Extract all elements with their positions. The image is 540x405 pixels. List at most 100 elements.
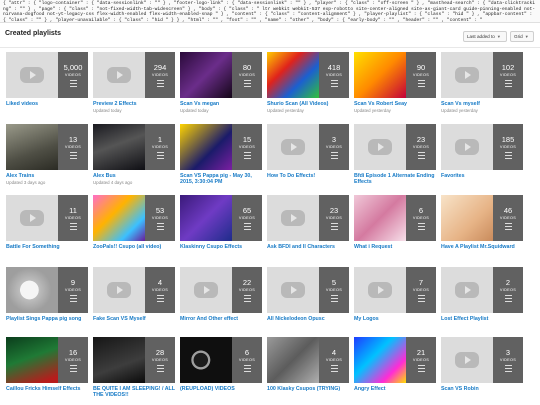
view-dropdown[interactable]: Grid ▼: [510, 31, 534, 42]
playlist-title-link[interactable]: Scan VS Pappa pig - May 30, 2015, 3:30:0…: [180, 173, 262, 186]
playlist-title-link[interactable]: (REUPLOAD) VIDEOS: [180, 386, 262, 392]
playlist-title-link[interactable]: Alex Bus: [93, 173, 175, 179]
playlist-card[interactable]: 65 VIDEOS Klaskinny Csupo Effects: [180, 195, 262, 250]
playlist-thumbnail[interactable]: 65 VIDEOS: [180, 195, 262, 241]
playlist-title-link[interactable]: BE QUITE I AM SLEEPING! / ALL THE VIDEOS…: [93, 386, 175, 399]
playlist-title-link[interactable]: Klaskinny Csupo Effects: [180, 244, 262, 250]
playlist-card[interactable]: 4 VIDEOS 100 Klasky Csupos (TRYING): [267, 337, 349, 392]
playlist-title-link[interactable]: Bfdi Episode 1 Alternate Ending Effects: [354, 173, 436, 186]
video-count: 185: [501, 135, 515, 144]
playlist-icon: [69, 295, 77, 302]
playlist-card[interactable]: 6 VIDEOS (REUPLOAD) VIDEOS: [180, 337, 262, 392]
playlist-card[interactable]: 15 VIDEOS Scan VS Pappa pig - May 30, 2015…: [180, 124, 262, 186]
playlist-card[interactable]: 418 VIDEOS Shurio Scan (All Videos) Updated…: [267, 52, 349, 113]
video-count: 102: [501, 63, 515, 72]
playlist-card[interactable]: 23 VIDEOS Ask BFDI and II Characters: [267, 195, 349, 250]
playlist-title-link[interactable]: Lost Effect Playlist: [441, 316, 523, 322]
playlist-title-link[interactable]: ZooPals!! Csupo (all video): [93, 244, 175, 250]
playlist-card[interactable]: 80 VIDEOS Scan Vs megan Updated today: [180, 52, 262, 113]
playlist-thumbnail[interactable]: 7 VIDEOS: [354, 267, 436, 313]
play-icon: [455, 139, 479, 155]
playlist-card[interactable]: 22 VIDEOS Mirror And Other effect: [180, 267, 262, 322]
playlist-card[interactable]: 16 VIDEOS Caillou Fricks Himself Effects: [6, 337, 88, 392]
playlist-thumbnail[interactable]: 185 VIDEOS: [441, 124, 523, 170]
playlist-thumbnail[interactable]: 418 VIDEOS: [267, 52, 349, 98]
playlist-title-link[interactable]: Preview 2 Effects: [93, 101, 175, 107]
playlist-thumbnail[interactable]: 11 VIDEOS: [6, 195, 88, 241]
playlist-thumbnail[interactable]: 5,000 VIDEOS: [6, 52, 88, 98]
playlist-title-link[interactable]: Shurio Scan (All Videos): [267, 101, 349, 107]
playlist-card[interactable]: 185 VIDEOS Favorites: [441, 124, 523, 179]
playlist-card[interactable]: 2 VIDEOS Lost Effect Playlist: [441, 267, 523, 322]
playlist-title-link[interactable]: Have A Playlist Mr.Squidward: [441, 244, 523, 250]
playlist-card[interactable]: 9 VIDEOS Playlist Sings Pappa pig song: [6, 267, 88, 322]
playlist-title-link[interactable]: Scan VS Robin: [441, 386, 523, 392]
playlist-thumbnail[interactable]: 15 VIDEOS: [180, 124, 262, 170]
playlist-card[interactable]: 7 VIDEOS My Logos: [354, 267, 436, 322]
playlist-thumbnail[interactable]: 80 VIDEOS: [180, 52, 262, 98]
playlist-card[interactable]: 294 VIDEOS Preview 2 Effects Updated today: [93, 52, 175, 113]
playlist-thumbnail[interactable]: 9 VIDEOS: [6, 267, 88, 313]
playlist-card[interactable]: 3 VIDEOS How To Do Effects!: [267, 124, 349, 179]
playlist-card[interactable]: 11 VIDEOS Battle For Something: [6, 195, 88, 250]
playlist-thumbnail[interactable]: 6 VIDEOS: [354, 195, 436, 241]
playlist-title-link[interactable]: Playlist Sings Pappa pig song: [6, 316, 88, 322]
playlist-title-link[interactable]: Battle For Something: [6, 244, 88, 250]
playlist-thumbnail[interactable]: 3 VIDEOS: [267, 124, 349, 170]
playlist-title-link[interactable]: Scan Vs megan: [180, 101, 262, 107]
playlist-title-link[interactable]: Caillou Fricks Himself Effects: [6, 386, 88, 392]
video-count-overlay: 9 VIDEOS: [58, 267, 88, 313]
playlist-title-link[interactable]: Liked videos: [6, 101, 88, 107]
playlist-title-link[interactable]: Angry Effect: [354, 386, 436, 392]
playlist-thumbnail[interactable]: 46 VIDEOS: [441, 195, 523, 241]
video-count: 16: [68, 348, 78, 357]
playlist-thumbnail[interactable]: 2 VIDEOS: [441, 267, 523, 313]
playlist-card[interactable]: 23 VIDEOS Bfdi Episode 1 Alternate Ending …: [354, 124, 436, 186]
playlist-thumbnail[interactable]: 90 VIDEOS: [354, 52, 436, 98]
playlist-thumbnail[interactable]: 294 VIDEOS: [93, 52, 175, 98]
playlist-thumbnail[interactable]: 23 VIDEOS: [354, 124, 436, 170]
playlist-thumbnail[interactable]: 13 VIDEOS: [6, 124, 88, 170]
playlist-card[interactable]: 102 VIDEOS Scan Vs myself Updated yesterday: [441, 52, 523, 113]
playlist-thumbnail[interactable]: 23 VIDEOS: [267, 195, 349, 241]
playlist-card[interactable]: 3 VIDEOS Scan VS Robin: [441, 337, 523, 392]
playlist-thumbnail[interactable]: 28 VIDEOS: [93, 337, 175, 383]
playlist-card[interactable]: 28 VIDEOS BE QUITE I AM SLEEPING! / ALL TH…: [93, 337, 175, 399]
playlist-title-link[interactable]: 100 Klasky Csupos (TRYING): [267, 386, 349, 392]
playlist-thumbnail[interactable]: 21 VIDEOS: [354, 337, 436, 383]
playlist-card[interactable]: 4 VIDEOS Fake Scan VS Myself: [93, 267, 175, 322]
playlist-title-link[interactable]: Scan Vs Robert Seay: [354, 101, 436, 107]
playlist-card[interactable]: 1 VIDEOS Alex Bus Updated 4 days ago: [93, 124, 175, 185]
playlist-thumbnail[interactable]: 3 VIDEOS: [441, 337, 523, 383]
playlist-thumbnail[interactable]: 53 VIDEOS: [93, 195, 175, 241]
playlist-title-link[interactable]: Mirror And Other effect: [180, 316, 262, 322]
playlist-thumbnail[interactable]: 4 VIDEOS: [93, 267, 175, 313]
playlist-thumbnail[interactable]: 16 VIDEOS: [6, 337, 88, 383]
playlist-title-link[interactable]: What i Request: [354, 244, 436, 250]
playlist-card[interactable]: 5 VIDEOS All Nickelodeon Opusc: [267, 267, 349, 322]
playlist-card[interactable]: 53 VIDEOS ZooPals!! Csupo (all video): [93, 195, 175, 250]
playlist-card[interactable]: 13 VIDEOS Alex Trains Updated 3 days ago: [6, 124, 88, 185]
playlist-title-link[interactable]: Ask BFDI and II Characters: [267, 244, 349, 250]
playlist-thumbnail[interactable]: 1 VIDEOS: [93, 124, 175, 170]
playlist-title-link[interactable]: My Logos: [354, 316, 436, 322]
playlist-thumbnail[interactable]: 4 VIDEOS: [267, 337, 349, 383]
playlist-thumbnail[interactable]: 102 VIDEOS: [441, 52, 523, 98]
playlist-title-link[interactable]: Fake Scan VS Myself: [93, 316, 175, 322]
playlist-title-link[interactable]: Alex Trains: [6, 173, 88, 179]
playlist-thumbnail[interactable]: 5 VIDEOS: [267, 267, 349, 313]
playlist-title-link[interactable]: Scan Vs myself: [441, 101, 523, 107]
playlist-card[interactable]: 6 VIDEOS What i Request: [354, 195, 436, 250]
playlist-card[interactable]: 46 VIDEOS Have A Playlist Mr.Squidward: [441, 195, 523, 250]
playlist-title-link[interactable]: All Nickelodeon Opusc: [267, 316, 349, 322]
playlist-card[interactable]: 5,000 VIDEOS Liked videos: [6, 52, 88, 107]
playlist-title-link[interactable]: Favorites: [441, 173, 523, 179]
sort-dropdown[interactable]: Last added to ▼: [463, 31, 507, 42]
playlist-card[interactable]: 90 VIDEOS Scan Vs Robert Seay Updated yeste…: [354, 52, 436, 113]
video-count: 15: [242, 135, 252, 144]
playlist-thumbnail[interactable]: 22 VIDEOS: [180, 267, 262, 313]
playlist-title-link[interactable]: How To Do Effects!: [267, 173, 349, 179]
playlist-card[interactable]: 21 VIDEOS Angry Effect: [354, 337, 436, 392]
play-icon: [455, 67, 479, 83]
playlist-thumbnail[interactable]: 6 VIDEOS: [180, 337, 262, 383]
